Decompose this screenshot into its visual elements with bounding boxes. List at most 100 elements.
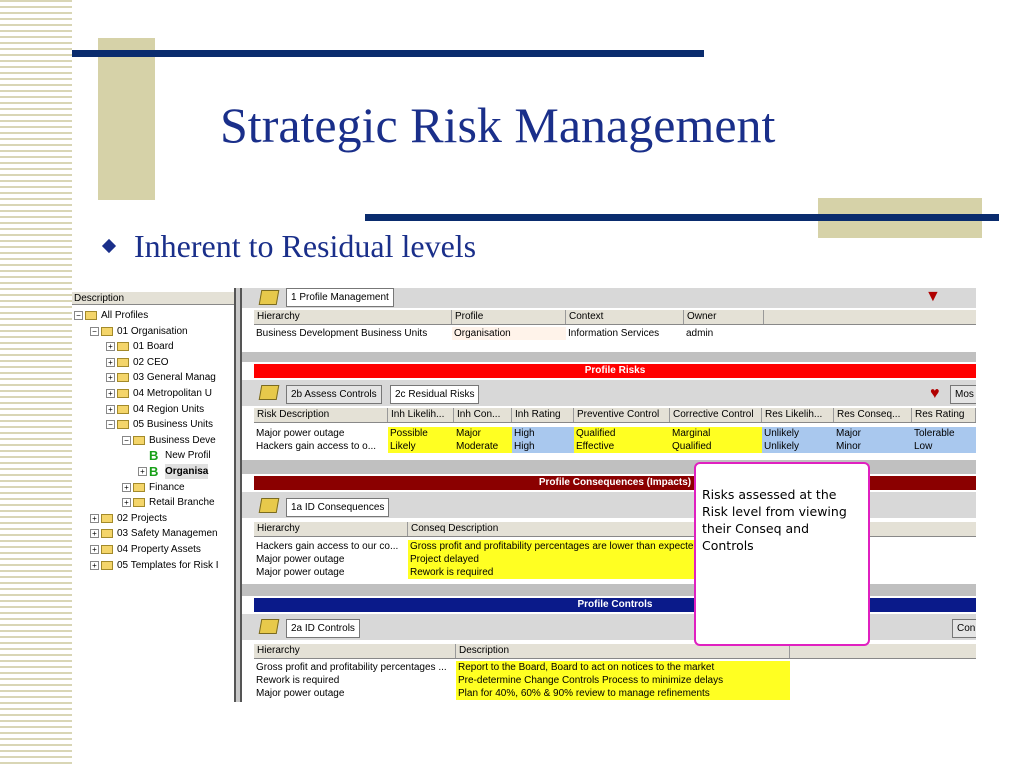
tab-residual-risks[interactable]: 2c Residual Risks [390,385,480,404]
expand-icon[interactable]: + [106,357,115,367]
column-header[interactable]: Inh Likelih... [388,408,454,422]
folder-icon [101,545,113,554]
tree-node[interactable]: − 05 Business Units [106,417,213,432]
table-row[interactable]: Major power outage Plan for 40%, 60% & 9… [254,687,976,700]
table-cell: Major power outage [256,428,345,439]
decorative-stripes [0,0,72,768]
filter-icon[interactable]: ♥ [930,385,940,403]
tree-node[interactable]: +04 Region Units [106,402,204,417]
column-header[interactable]: Hierarchy [254,644,456,658]
table-cell: Qualified [670,440,762,453]
tree-node[interactable]: +04 Property Assets [90,542,201,557]
tab-assess-controls[interactable]: 2b Assess Controls [286,385,382,404]
table-row[interactable]: Business Development Business Units Orga… [254,327,976,340]
tree-node[interactable]: +03 Safety Managemen [90,526,218,541]
tree-node-label: Retail Branche [149,497,215,509]
tree-node[interactable]: + Finance [122,480,185,495]
more-button[interactable]: Mos [950,385,976,404]
tab-id-controls[interactable]: 2a ID Controls [286,619,360,638]
expand-icon[interactable]: + [122,482,131,492]
collapse-icon[interactable]: − [74,311,83,320]
tab-profile-management[interactable]: 1 Profile Management [286,288,394,307]
expand-icon[interactable]: + [138,467,147,476]
tree-header[interactable]: Description [72,292,234,305]
bullet-text: Inherent to Residual levels [134,228,477,264]
table-row[interactable]: Gross profit and profitability percentag… [254,661,976,674]
decorative-rule [72,50,704,57]
controls-button[interactable]: Con [952,619,976,638]
filter-icon[interactable]: ▼ [925,288,941,306]
table-cell: Rework is required [256,675,340,686]
scroll-icon[interactable] [258,498,280,513]
expand-icon[interactable]: + [90,529,99,539]
collapse-icon[interactable]: − [90,326,99,336]
tree-node-label: 05 Templates for Risk I [117,559,219,571]
column-header[interactable]: Inh Con... [454,408,512,422]
expand-icon[interactable]: + [122,498,131,508]
table-cell: Major power outage [256,554,345,565]
column-header[interactable]: Inh Rating [512,408,574,422]
folder-icon [85,311,97,320]
tree-node[interactable]: − All Profiles [74,308,148,323]
tree-node-label: 02 CEO [133,356,169,368]
table-row[interactable]: Hackers gain access to o... Likely Moder… [254,440,976,453]
collapse-icon[interactable]: − [122,435,131,445]
scroll-icon[interactable] [258,385,280,400]
column-header[interactable]: Risk Description [254,408,388,422]
expand-icon[interactable]: + [90,560,99,570]
tree-node[interactable]: +04 Metropolitan U [106,386,212,401]
expand-icon[interactable]: + [90,545,99,554]
folder-icon [101,560,113,570]
table-row[interactable]: Major power outage Possible Major High Q… [254,427,976,440]
table-cell: Hackers gain access to our co... [256,541,399,552]
column-header[interactable]: Hierarchy [254,310,452,324]
business-unit-icon: B [149,448,159,464]
tree-node[interactable]: + B Organisa [138,464,209,479]
tree-node[interactable]: − 01 Organisation [90,324,188,339]
tree-node[interactable]: +03 General Manag [106,370,216,385]
table-cell: Information Services [568,328,660,339]
tree-node[interactable]: − Business Deve [122,433,216,448]
expand-icon[interactable]: + [106,373,115,383]
expand-icon[interactable]: + [90,513,99,523]
column-header[interactable]: Hierarchy [254,522,408,536]
folder-icon [101,513,113,523]
column-header[interactable]: Profile [452,310,566,324]
table-row[interactable]: Rework is required Pre-determine Change … [254,674,976,687]
slide-title: Strategic Risk Management [220,97,776,153]
folder-icon [117,404,129,414]
tree-node[interactable]: + Retail Branche [122,495,215,510]
expand-icon[interactable]: + [106,342,115,352]
bullet-diamond-icon [101,238,117,254]
expand-icon[interactable]: + [106,404,115,414]
column-header[interactable]: Description [456,644,790,658]
pane-divider[interactable] [242,352,976,362]
tree-node-label: 04 Metropolitan U [133,388,212,399]
tree-node[interactable]: +01 Board [106,339,174,354]
scroll-icon[interactable] [258,619,280,634]
column-header[interactable]: Res Conseq... [834,408,912,422]
decorative-rule [365,214,999,221]
tree-node-label: Finance [149,481,185,493]
expand-icon[interactable]: + [106,389,115,398]
tree-node-label: 01 Board [133,341,174,353]
scroll-icon[interactable] [258,290,280,305]
tree-node[interactable]: B New Profil [138,448,211,463]
table-cell: Marginal [670,427,762,440]
column-header[interactable]: Res Likelih... [762,408,834,422]
tree-node[interactable]: +02 Projects [90,511,167,526]
column-header[interactable]: Owner [684,310,764,324]
column-header[interactable]: Preventive Control [574,408,670,422]
tree-node[interactable]: +05 Templates for Risk I [90,558,219,573]
tab-id-consequences[interactable]: 1a ID Consequences [286,498,390,517]
tree-node[interactable]: +02 CEO [106,355,169,370]
tree-node-label: New Profil [165,450,211,462]
collapse-icon[interactable]: − [106,420,115,430]
folder-icon [117,420,129,430]
table-cell: Business Development Business Units [256,328,428,339]
column-header[interactable]: Corrective Control [670,408,762,422]
column-header[interactable]: Res Rating [912,408,976,422]
table-cell: High [512,440,574,453]
column-header[interactable]: Context [566,310,684,324]
splitter[interactable] [234,288,242,702]
